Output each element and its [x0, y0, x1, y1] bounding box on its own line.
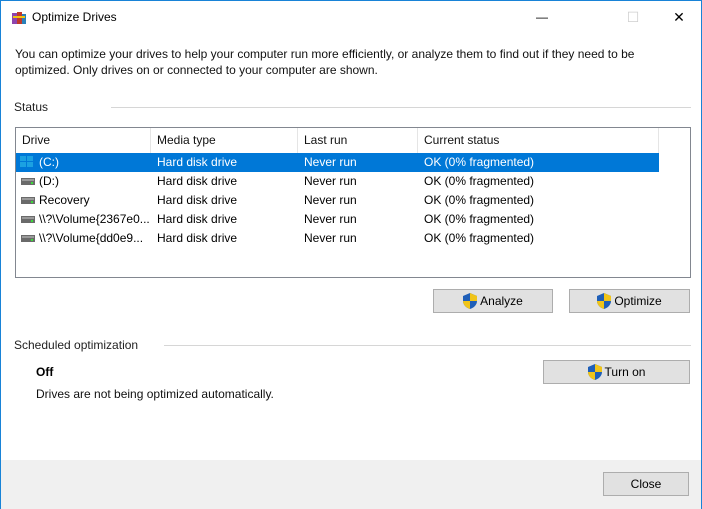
drive-row[interactable]: \\?\Volume{2367e0... Hard disk drive Nev… [16, 210, 659, 229]
column-header-last-run[interactable]: Last run [298, 128, 418, 153]
last-run: Never run [304, 174, 357, 188]
uac-shield-icon [463, 293, 478, 309]
scheduled-section-label: Scheduled optimization [14, 338, 139, 352]
maximize-button[interactable]: ☐ [610, 1, 656, 33]
drive-row[interactable]: (D:) Hard disk drive Never run OK (0% fr… [16, 172, 659, 191]
intro-text: You can optimize your drives to help you… [15, 47, 635, 77]
uac-shield-icon [587, 364, 602, 380]
last-run: Never run [304, 212, 357, 226]
column-header-drive[interactable]: Drive [16, 128, 151, 153]
drives-list-header: Drive Media type Last run Current status [16, 128, 690, 153]
media-type: Hard disk drive [157, 212, 238, 226]
schedule-state: Off [36, 365, 54, 379]
scheduled-divider [164, 345, 691, 346]
title-bar[interactable]: Optimize Drives — ☐ ✕ [1, 1, 701, 33]
current-status: OK (0% fragmented) [424, 212, 535, 226]
uac-shield-icon [597, 293, 612, 309]
media-type: Hard disk drive [157, 174, 238, 188]
media-type: Hard disk drive [157, 231, 238, 245]
close-window-button[interactable]: ✕ [656, 1, 702, 33]
optimize-button[interactable]: Optimize [569, 289, 690, 313]
schedule-description: Drives are not being optimized automatic… [36, 387, 274, 401]
last-run: Never run [304, 193, 357, 207]
drive-icon [21, 216, 35, 223]
analyze-button[interactable]: Analyze [433, 289, 553, 313]
drive-icon [21, 178, 35, 185]
status-divider [111, 107, 691, 108]
current-status: OK (0% fragmented) [424, 155, 535, 169]
drive-name: (C:) [39, 155, 59, 169]
maximize-icon: ☐ [626, 8, 640, 25]
status-section-label: Status [14, 100, 49, 114]
close-button[interactable]: Close [603, 472, 689, 496]
drive-icon [21, 197, 35, 204]
optimize-drives-window: Optimize Drives — ☐ ✕ You can optimize y… [0, 0, 702, 509]
drives-list[interactable]: Drive Media type Last run Current status… [15, 127, 691, 278]
minimize-button[interactable]: — [519, 1, 565, 33]
dialog-footer: Close [1, 460, 701, 509]
drive-name: \\?\Volume{dd0e9... [39, 231, 144, 245]
current-status: OK (0% fragmented) [424, 174, 535, 188]
last-run: Never run [304, 231, 357, 245]
optimize-label: Optimize [614, 294, 662, 308]
close-label: Close [630, 477, 662, 491]
current-status: OK (0% fragmented) [424, 231, 535, 245]
media-type: Hard disk drive [157, 193, 238, 207]
turn-on-button[interactable]: Turn on [543, 360, 690, 384]
current-status: OK (0% fragmented) [424, 193, 535, 207]
column-header-media-type[interactable]: Media type [151, 128, 298, 153]
turn-on-label: Turn on [604, 365, 646, 379]
drive-name: (D:) [39, 174, 59, 188]
drive-name: Recovery [39, 193, 90, 207]
drive-row[interactable]: (C:) Hard disk drive Never run OK (0% fr… [16, 153, 659, 172]
drive-name: \\?\Volume{2367e0... [39, 212, 149, 226]
minimize-icon: — [536, 10, 548, 24]
drive-row[interactable]: \\?\Volume{dd0e9... Hard disk drive Neve… [16, 229, 659, 248]
windows-drive-icon [20, 156, 33, 167]
close-icon: ✕ [673, 8, 685, 25]
window-title: Optimize Drives [32, 10, 117, 24]
column-header-current-status[interactable]: Current status [418, 128, 659, 153]
analyze-label: Analyze [480, 294, 523, 308]
drive-icon [21, 235, 35, 242]
media-type: Hard disk drive [157, 155, 238, 169]
last-run: Never run [304, 155, 357, 169]
defrag-app-icon [12, 12, 26, 24]
drive-row[interactable]: Recovery Hard disk drive Never run OK (0… [16, 191, 659, 210]
